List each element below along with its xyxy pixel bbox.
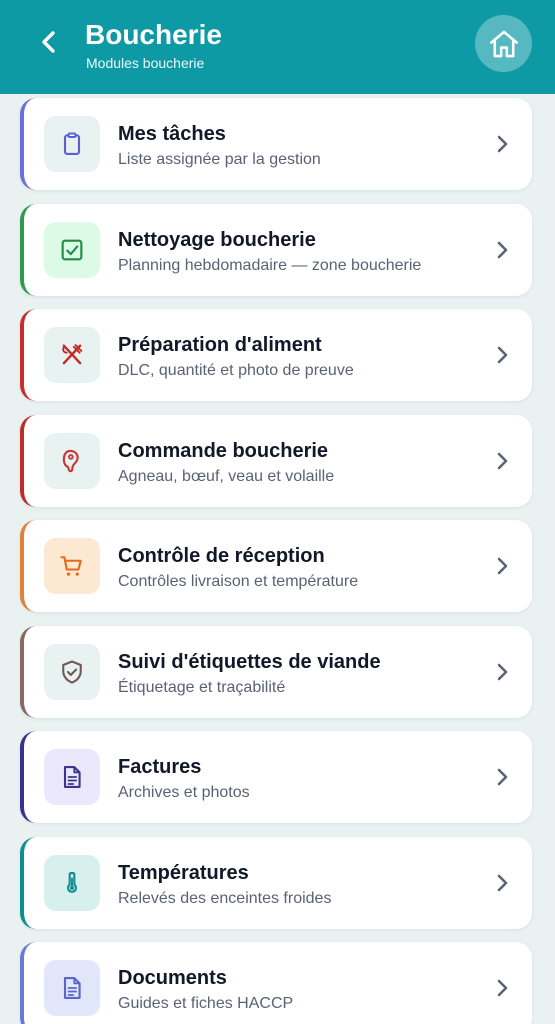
module-icon-tile — [44, 116, 100, 172]
module-subtitle: Contrôles livraison et température — [118, 573, 359, 590]
module-card[interactable]: Nettoyage boucherie Planning hebdomadaire… — [20, 203, 532, 296]
page-title: Boucherie — [85, 19, 222, 50]
module-title: Contrôle de réception — [118, 545, 325, 567]
module-title: Préparation d'aliment — [118, 334, 322, 356]
chevron-right-icon — [494, 556, 510, 576]
home-icon — [489, 30, 518, 57]
module-subtitle: DLC, quantité et photo de preuve — [118, 362, 354, 379]
module-icon-tile — [44, 960, 100, 1016]
module-icon-tile — [44, 221, 100, 278]
module-card[interactable]: Commande boucherie Agneau, bœuf, veau et … — [20, 414, 532, 507]
back-button[interactable] — [30, 22, 68, 62]
module-icon-tile — [44, 432, 100, 489]
module-card[interactable]: Contrôle de réception Contrôles livraison… — [20, 520, 532, 612]
module-subtitle: Relevés des enceintes froides — [118, 889, 332, 907]
module-card[interactable]: Factures Archives et photos — [20, 731, 532, 823]
meat-icon — [62, 449, 79, 472]
module-icon-tile — [44, 327, 100, 383]
module-card[interactable]: Documents Guides et fiches HACCP — [20, 942, 532, 1024]
module-title: Mes tâches — [118, 123, 226, 145]
module-subtitle: Liste assignée par la gestion — [118, 151, 321, 168]
cart-icon — [60, 556, 82, 576]
module-card[interactable]: Températures Relevés des enceintes froide… — [20, 836, 532, 929]
app-header: Boucherie Modules boucherie — [0, 0, 555, 94]
chevron-right-icon — [494, 873, 510, 893]
chevron-right-icon — [494, 345, 510, 365]
clipboard-icon — [63, 132, 81, 155]
home-button[interactable] — [475, 15, 532, 72]
shield-check-icon — [62, 659, 82, 684]
module-title: Nettoyage boucherie — [118, 228, 316, 251]
module-subtitle: Agneau, bœuf, veau et volaille — [118, 467, 335, 485]
module-list: Mes tâches Liste assignée par la gestion N… — [0, 94, 555, 1024]
chevron-right-icon — [494, 134, 510, 154]
chevron-right-icon — [494, 978, 510, 998]
module-subtitle: Planning hebdomadaire — zone boucherie — [118, 256, 422, 274]
module-icon-tile — [44, 538, 100, 594]
module-icon-tile — [44, 643, 100, 700]
module-card[interactable]: Préparation d'aliment DLC, quantité et ph… — [20, 309, 532, 401]
utensils-icon — [62, 344, 83, 365]
chevron-left-icon — [42, 31, 55, 53]
module-title: Suivi d'étiquettes de viande — [118, 650, 381, 673]
thermometer-icon — [67, 871, 77, 893]
chevron-right-icon — [494, 451, 510, 471]
module-subtitle: Guides et fiches HACCP — [118, 995, 294, 1012]
checkbox-icon — [61, 239, 83, 260]
module-card[interactable]: Suivi d'étiquettes de viande Étiquetage e… — [20, 625, 532, 718]
chevron-right-icon — [494, 662, 510, 682]
module-subtitle: Archives et photos — [118, 784, 250, 801]
module-icon-tile — [44, 749, 100, 805]
module-icon-tile — [44, 854, 100, 911]
chevron-right-icon — [494, 767, 510, 787]
document-icon — [63, 977, 81, 999]
module-title: Commande boucherie — [118, 439, 329, 462]
module-card[interactable]: Mes tâches Liste assignée par la gestion — [20, 98, 532, 190]
module-subtitle: Étiquetage et traçabilité — [118, 678, 286, 696]
page-subtitle: Modules boucherie — [86, 55, 205, 71]
invoice-icon — [63, 766, 81, 788]
module-title: Documents — [118, 967, 227, 989]
module-title: Températures — [118, 861, 249, 884]
module-title: Factures — [118, 756, 202, 778]
chevron-right-icon — [494, 240, 510, 260]
